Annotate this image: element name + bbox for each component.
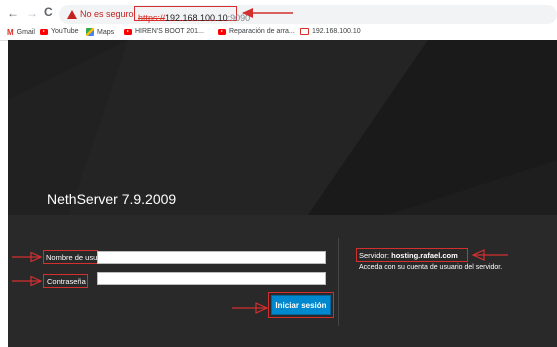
url-protocol: https:// (138, 13, 166, 23)
bookmark-label: HIREN'S BOOT 201... (135, 28, 204, 35)
youtube-icon (218, 28, 226, 35)
not-secure-label: No es seguro (80, 9, 134, 19)
divider (338, 238, 339, 326)
bookmark-gmail[interactable]: M Gmail (7, 28, 35, 37)
username-input[interactable] (97, 251, 326, 264)
annotation-box-username (43, 250, 98, 264)
server-name: hosting.rafael.com (391, 251, 458, 260)
bookmark-label: Reparación de arra... (229, 28, 295, 35)
bookmark-maps[interactable]: Maps (86, 28, 114, 36)
server-info: Servidor: hosting.rafael.com (359, 251, 458, 260)
server-prefix: Servidor: (359, 251, 392, 260)
youtube-icon (40, 28, 48, 35)
warning-icon (67, 10, 77, 19)
url-text[interactable]: https://192.168.100.10:9090 (138, 8, 250, 26)
annotation-arrow-login (232, 302, 268, 314)
annotation-box-password: Contraseña (43, 274, 88, 288)
bookmark-label: Maps (97, 28, 115, 36)
reload-icon[interactable]: C (44, 5, 53, 19)
bookmarks-bar: M Gmail YouTube Maps HIREN'S BOOT 201...… (0, 25, 557, 41)
bookmark-label: 192.168.100.10 (312, 28, 361, 35)
browser-chrome: ← → C No es seguro https://192.168.100.1… (0, 0, 557, 41)
password-label: Contraseña (47, 277, 86, 286)
url-host: 192.168.100.10 (165, 13, 228, 23)
annotation-arrow-server (471, 249, 508, 261)
page-title: NethServer 7.9.2009 (47, 191, 177, 207)
monitor-icon (300, 28, 309, 35)
forward-icon[interactable]: → (26, 6, 38, 20)
login-hero (8, 40, 557, 215)
bookmark-label: YouTube (51, 28, 79, 35)
annotation-arrow-url (242, 8, 293, 18)
maps-icon (86, 28, 94, 36)
bookmark-reparacion[interactable]: Reparación de arra... (218, 28, 295, 35)
annotation-arrow-password (12, 276, 42, 286)
back-icon[interactable]: ← (7, 6, 19, 20)
annotation-arrow-username (12, 252, 42, 262)
login-button[interactable]: Iniciar sesión (271, 295, 331, 315)
bookmark-server[interactable]: 192.168.100.10 (300, 28, 361, 35)
gmail-icon: M (7, 28, 14, 37)
bookmark-youtube[interactable]: YouTube (40, 28, 79, 35)
password-input[interactable] (97, 272, 326, 285)
bookmark-label: Gmail (16, 29, 35, 36)
server-help-text: Acceda con su cuenta de usuario del serv… (359, 264, 503, 271)
youtube-icon (124, 28, 132, 35)
background-pattern (8, 40, 557, 215)
url-highlight[interactable]: https://192.168.100.10:9090 (134, 6, 250, 23)
bookmark-hirens[interactable]: HIREN'S BOOT 201... (124, 28, 204, 35)
